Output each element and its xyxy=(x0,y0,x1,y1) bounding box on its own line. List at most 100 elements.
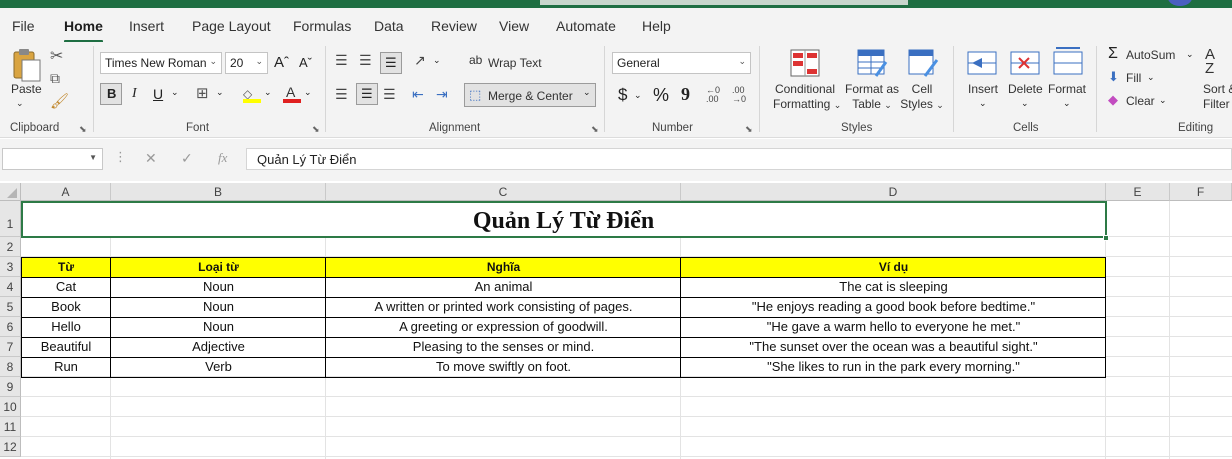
bold-button[interactable]: B xyxy=(100,83,122,105)
table-cell[interactable]: Pleasing to the senses or mind. xyxy=(326,337,681,357)
shrink-font-icon[interactable]: Aˇ xyxy=(299,55,312,70)
conditional-formatting-icon[interactable] xyxy=(789,48,821,78)
header-cell[interactable]: Loại từ xyxy=(111,257,326,277)
header-cell[interactable]: Ví dụ xyxy=(681,257,1106,277)
format-button[interactable]: Format xyxy=(1048,82,1086,96)
chevron-down-icon[interactable]: ⌄ xyxy=(1063,98,1071,109)
percent-button[interactable]: % xyxy=(653,85,669,106)
column-header-c[interactable]: C xyxy=(326,183,681,201)
decrease-indent-icon[interactable]: ⇤ xyxy=(412,86,424,103)
table-cell[interactable]: Book xyxy=(21,297,111,317)
autosum-icon[interactable]: Σ xyxy=(1108,45,1118,63)
column-header-b[interactable]: B xyxy=(111,183,326,201)
table-cell[interactable]: "The sunset over the ocean was a beautif… xyxy=(681,337,1106,357)
chevron-down-icon[interactable]: ⌄ xyxy=(304,87,312,98)
column-header-f[interactable]: F xyxy=(1170,183,1232,201)
column-header-d[interactable]: D xyxy=(681,183,1106,201)
number-format-select[interactable]: General ⌄ xyxy=(612,52,751,74)
currency-button[interactable]: $ xyxy=(618,85,627,105)
fill-icon[interactable]: ⬇ xyxy=(1108,69,1119,85)
comma-style-button[interactable]: 9 xyxy=(681,84,690,105)
table-cell[interactable]: "He gave a warm hello to everyone he met… xyxy=(681,317,1106,337)
eraser-icon[interactable]: ◆ xyxy=(1108,92,1118,108)
table-cell[interactable]: The cat is sleeping xyxy=(681,277,1106,297)
copy-icon[interactable]: ⧉ xyxy=(50,70,60,87)
clear-button[interactable]: Clear xyxy=(1126,94,1155,108)
chevron-down-icon[interactable]: ⌄ xyxy=(433,55,441,66)
select-all-button[interactable] xyxy=(0,183,21,201)
tab-home[interactable]: Home xyxy=(64,18,103,43)
chevron-down-icon[interactable]: ⌄ xyxy=(634,90,642,101)
align-bottom-button[interactable]: ☰ xyxy=(380,52,402,74)
sort-filter-icon[interactable]: AZ xyxy=(1205,47,1215,76)
row-header[interactable]: 12 xyxy=(0,437,21,457)
align-middle-icon[interactable]: ☰ xyxy=(359,52,372,69)
table-cell[interactable]: Hello xyxy=(21,317,111,337)
insert-cells-icon[interactable] xyxy=(966,50,998,76)
align-left-icon[interactable]: ☰ xyxy=(335,86,348,103)
autosum-button[interactable]: AutoSum xyxy=(1126,48,1175,62)
formula-input[interactable]: Quản Lý Từ Điển xyxy=(246,148,1232,170)
header-cell[interactable]: Từ xyxy=(21,257,111,277)
underline-button[interactable]: U xyxy=(153,86,163,102)
table-cell[interactable]: Beautiful xyxy=(21,337,111,357)
delete-cells-icon[interactable] xyxy=(1009,50,1041,76)
row-header[interactable]: 5 xyxy=(0,297,21,317)
paste-button[interactable]: Paste xyxy=(11,82,42,96)
table-cell[interactable]: Adjective xyxy=(111,337,326,357)
format-as-table-icon[interactable] xyxy=(856,48,888,78)
insert-function-icon[interactable]: fx xyxy=(218,150,227,166)
row-header[interactable]: 11 xyxy=(0,417,21,437)
conditional-formatting-button[interactable]: Conditional Formatting ⌄ xyxy=(773,82,841,113)
row-header[interactable]: 4 xyxy=(0,277,21,297)
table-cell[interactable]: Noun xyxy=(111,317,326,337)
table-cell[interactable]: A written or printed work consisting of … xyxy=(326,297,681,317)
row-header[interactable]: 3 xyxy=(0,257,21,277)
chevron-down-icon[interactable]: ⌄ xyxy=(1186,49,1194,60)
search-box[interactable] xyxy=(540,0,908,5)
tab-formulas[interactable]: Formulas xyxy=(293,18,351,34)
chevron-down-icon[interactable]: ⌄ xyxy=(1021,98,1029,109)
row-header[interactable]: 6 xyxy=(0,317,21,337)
table-cell[interactable]: Cat xyxy=(21,277,111,297)
align-right-icon[interactable]: ☰ xyxy=(383,86,396,103)
cell-styles-icon[interactable] xyxy=(907,48,939,78)
italic-button[interactable]: I xyxy=(132,86,137,102)
enter-icon[interactable]: ✓ xyxy=(181,150,193,167)
sort-filter-button[interactable]: Sort & Filter xyxy=(1203,82,1232,112)
column-header-e[interactable]: E xyxy=(1106,183,1170,201)
format-cells-icon[interactable] xyxy=(1052,46,1084,76)
row-header[interactable]: 9 xyxy=(0,377,21,397)
chevron-down-icon[interactable]: ⌄ xyxy=(1159,95,1167,106)
font-size-select[interactable]: 20 ⌄ xyxy=(225,52,268,74)
spreadsheet-grid[interactable]: A B C D E F 1 2 3 4 5 6 7 8 9 10 11 12 Q… xyxy=(0,183,1232,459)
chevron-down-icon[interactable]: ⌄ xyxy=(1147,72,1155,83)
align-top-icon[interactable]: ☰ xyxy=(335,52,348,69)
table-cell[interactable]: Verb xyxy=(111,357,326,377)
tab-file[interactable]: File xyxy=(12,18,35,34)
delete-button[interactable]: Delete xyxy=(1008,82,1043,96)
wrap-text-button[interactable]: Wrap Text xyxy=(488,56,542,70)
tab-data[interactable]: Data xyxy=(374,18,404,34)
table-cell[interactable]: Run xyxy=(21,357,111,377)
merge-center-button[interactable]: ⬚ Merge & Center ⌄ xyxy=(464,83,596,107)
increase-indent-icon[interactable]: ⇥ xyxy=(436,86,448,103)
row-header[interactable]: 8 xyxy=(0,357,21,377)
grow-font-icon[interactable]: Aˆ xyxy=(274,54,289,71)
decrease-decimal-icon[interactable]: .00 →0 xyxy=(732,86,746,104)
format-as-table-button[interactable]: Format as Table ⌄ xyxy=(843,82,901,113)
tab-review[interactable]: Review xyxy=(431,18,477,34)
name-box[interactable]: ▼ xyxy=(2,148,103,170)
chevron-down-icon[interactable]: ⌄ xyxy=(171,87,179,98)
align-center-button[interactable]: ☰ xyxy=(356,83,378,105)
chevron-down-icon[interactable]: ⌄ xyxy=(216,87,224,98)
dialog-launcher-icon[interactable]: ⬊ xyxy=(79,124,87,135)
tab-insert[interactable]: Insert xyxy=(129,18,164,34)
table-cell[interactable]: Noun xyxy=(111,277,326,297)
tab-help[interactable]: Help xyxy=(642,18,671,34)
header-cell[interactable]: Nghĩa xyxy=(326,257,681,277)
chevron-down-icon[interactable]: ⌄ xyxy=(979,98,987,109)
fill-button[interactable]: Fill xyxy=(1126,71,1141,85)
cell-styles-button[interactable]: Cell Styles ⌄ xyxy=(898,82,946,113)
increase-decimal-icon[interactable]: ←0.00 xyxy=(706,86,720,104)
